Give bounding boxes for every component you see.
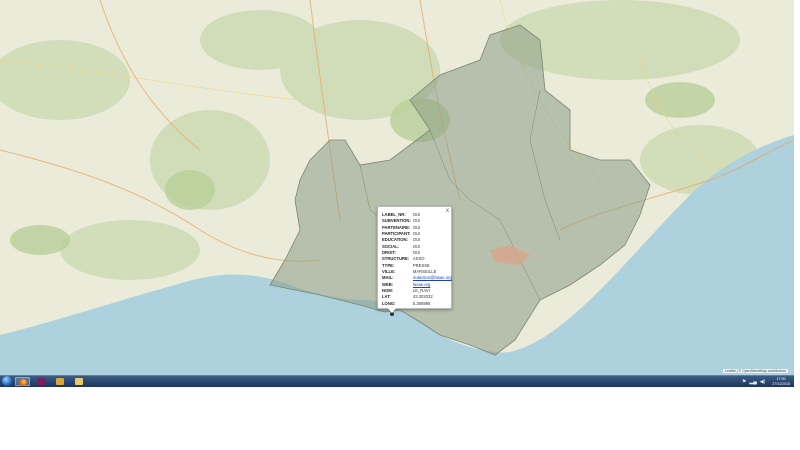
- taskbar-app-explorer[interactable]: [72, 377, 87, 386]
- flag-icon[interactable]: ⚑: [742, 379, 746, 385]
- popup-field-value: 5.368995: [412, 300, 431, 306]
- media-player-icon: [56, 378, 64, 385]
- start-button[interactable]: [1, 376, 13, 386]
- network-icon[interactable]: ▂▄: [749, 379, 756, 385]
- taskbar: ⚑ ▂▄ ◀) 17:00 27/11/2016: [0, 375, 794, 387]
- info-popup: x LABEL_NR: OUI SUBVENTION: OUI PARTENAIRE: O…: [377, 206, 452, 313]
- windows-orb-icon: [2, 376, 12, 386]
- map-attribution: Leaflet | © OpenStreetMap contributors: [723, 369, 788, 373]
- system-tray: ⚑ ▂▄ ◀) 17:00 27/11/2016: [742, 376, 790, 387]
- volume-icon[interactable]: ◀): [760, 379, 766, 385]
- map-view[interactable]: x LABEL_NR: OUI SUBVENTION: OUI PARTENAIRE: O…: [0, 0, 794, 375]
- taskbar-app-firefox[interactable]: [15, 377, 30, 386]
- popup-field-label: SUBVENTION:: [382, 218, 411, 224]
- taskbar-app-toolbox[interactable]: [34, 377, 49, 386]
- taskbar-app-media[interactable]: [53, 377, 68, 386]
- popup-field-label: LONG:: [382, 300, 396, 306]
- folder-icon: [75, 378, 83, 385]
- popup-tip: [388, 308, 396, 313]
- close-popup-icon[interactable]: x: [446, 207, 449, 215]
- popup-field-link[interactable]: redaction@fasae.org: [413, 275, 452, 281]
- popup-row: LONG: 5.368995: [382, 301, 452, 307]
- taskbar-clock[interactable]: 17:00 27/11/2016: [772, 377, 790, 386]
- popup-attributes-table: LABEL_NR: OUI SUBVENTION: OUI PARTENAIRE: OUI…: [382, 212, 452, 307]
- popup-row: MAIL: redaction@fasae.org: [382, 275, 452, 281]
- clock-date: 27/11/2016: [772, 381, 790, 386]
- popup-field-label: STRUCTURE:: [382, 256, 410, 262]
- map-tiles: [0, 0, 794, 375]
- magenta-app-icon: [37, 378, 45, 385]
- firefox-icon: [19, 379, 27, 386]
